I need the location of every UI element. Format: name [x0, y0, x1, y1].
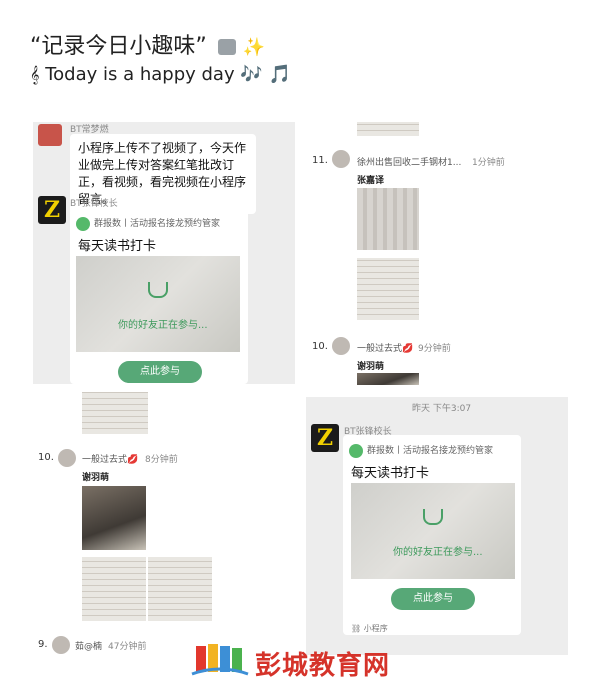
camera-icon — [217, 39, 236, 55]
author-name: 谢羽萌 — [357, 362, 385, 372]
watermark-text: 彭城教育网 — [255, 651, 391, 681]
homework-photo — [148, 557, 212, 621]
entry-number: 11. — [312, 155, 328, 166]
page-title: “记录今日小趣味” ✨ — [30, 34, 266, 59]
link-icon: ⛓ — [351, 624, 362, 633]
entry-name: 一般过去式💋 — [82, 455, 139, 465]
card-image-caption: 你的好友正在参与... — [118, 320, 208, 331]
entry-number: 9. — [38, 639, 48, 650]
card-title: 每天读书打卡 — [78, 239, 157, 254]
entry-name: 茹@楠 — [75, 642, 103, 652]
homework-photo — [82, 392, 148, 434]
author-name: 谢羽萌 — [82, 473, 110, 483]
music-score-icon: 𝄞 — [30, 65, 40, 84]
avatar — [332, 337, 350, 355]
app-logo-icon — [76, 216, 90, 231]
entry-time: 1分钟前 — [472, 158, 505, 168]
avatar: Z — [311, 424, 339, 452]
entry-name: 徐州出售回收二手钢材1... — [357, 158, 462, 168]
homework-photo — [357, 122, 419, 136]
coffee-cup-icon — [423, 509, 443, 525]
watermark-logo-icon — [190, 640, 250, 680]
card-image-caption: 你的好友正在参与... — [393, 547, 483, 558]
card-source: 群报数丨活动报名接龙预约管家 — [349, 443, 493, 458]
avatar: Z — [38, 196, 66, 224]
mini-program-card[interactable]: 群报数丨活动报名接龙预约管家 每天读书打卡 你的好友正在参与... 点此参与 ⛓… — [343, 435, 521, 635]
app-logo-icon — [349, 443, 363, 458]
entry-name: 一般过去式💋 — [357, 344, 414, 354]
author-name: 张嘉译 — [357, 176, 385, 186]
join-button[interactable]: 点此参与 — [118, 361, 202, 383]
avatar — [332, 150, 350, 168]
entry-time: 8分钟前 — [145, 455, 178, 465]
card-title: 每天读书打卡 — [351, 466, 430, 481]
sparkles-icon: ✨ — [242, 37, 266, 58]
join-button[interactable]: 点此参与 — [391, 588, 475, 610]
entry-number: 10. — [38, 452, 54, 463]
entry-time: 9分钟前 — [418, 344, 451, 354]
card-image: 你的好友正在参与... — [76, 256, 240, 352]
avatar — [52, 636, 70, 654]
homework-photo — [82, 557, 146, 621]
coffee-cup-icon — [148, 282, 168, 298]
page-subtitle: 𝄞 Today is a happy day 🎶 🎵 — [30, 64, 291, 85]
avatar — [38, 124, 62, 146]
card-image: 你的好友正在参与... — [351, 483, 515, 579]
card-source: 群报数丨活动报名接龙预约管家 — [76, 216, 220, 231]
homework-photo — [357, 258, 419, 320]
student-photo — [357, 188, 419, 250]
mini-program-footer: ⛓ 小程序 — [351, 624, 388, 633]
student-photo — [82, 486, 146, 550]
entry-number: 10. — [312, 341, 328, 352]
avatar — [58, 449, 76, 467]
student-photo — [357, 373, 419, 385]
entry-time: 47分钟前 — [108, 642, 147, 652]
mini-program-card[interactable]: 群报数丨活动报名接龙预约管家 每天读书打卡 你的好友正在参与... 点此参与 — [70, 208, 248, 384]
chat-timestamp: 昨天 下午3:07 — [412, 404, 472, 414]
